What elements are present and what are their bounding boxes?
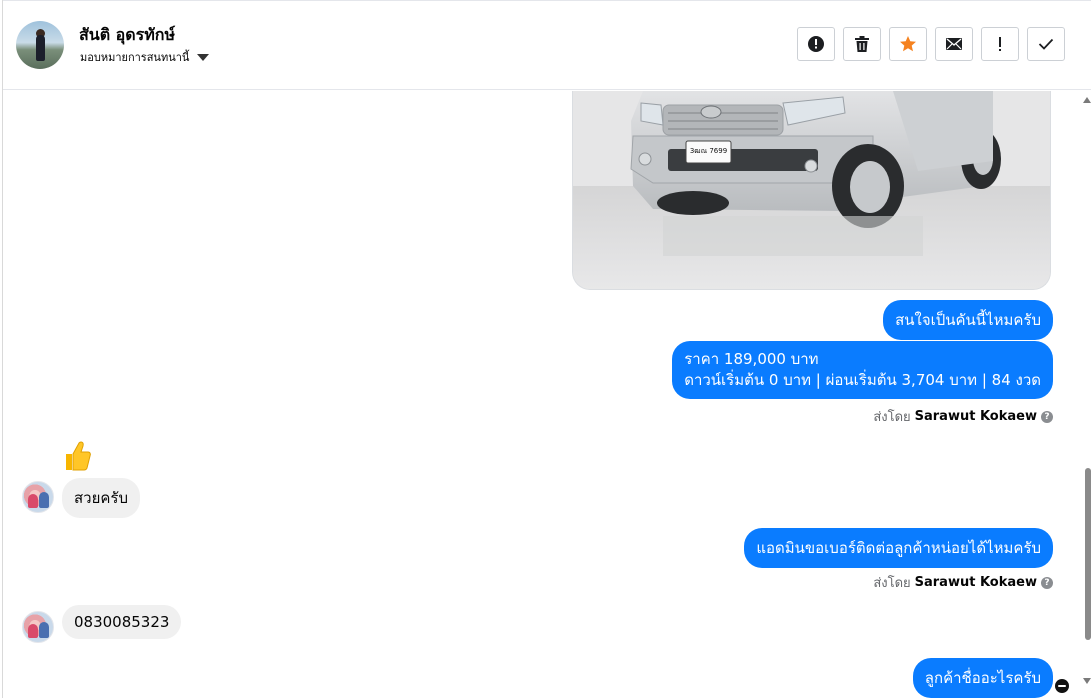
star-button[interactable]	[889, 27, 927, 61]
contact-name[interactable]: สันติ อุดรทักษ์	[79, 23, 175, 48]
sent-by-label: ส่งโดย Sarawut Kokaew ?	[873, 572, 1053, 593]
conversation-toolbar	[797, 27, 1065, 61]
scroll-up-arrow[interactable]	[1083, 97, 1091, 103]
outgoing-message[interactable]: แอดมินขอเบอร์ติดต่อลูกค้าหน่อยได้ไหมครับ	[744, 528, 1053, 568]
alert-circle-icon	[808, 36, 824, 52]
thumbs-up-sticker[interactable]	[62, 440, 92, 479]
license-plate-text: 3ฒณ 7699	[690, 147, 727, 155]
car-image: 3ฒณ 7699	[573, 91, 1050, 289]
delete-button[interactable]	[843, 27, 881, 61]
sent-by-name: Sarawut Kokaew	[914, 409, 1037, 424]
customer-avatar[interactable]	[22, 611, 54, 643]
outgoing-message[interactable]: ราคา 189,000 บาท ดาวน์เริ่มต้น 0 บาท | ผ…	[672, 341, 1053, 399]
exclamation-icon	[999, 37, 1001, 51]
sent-by-name: Sarawut Kokaew	[914, 575, 1037, 590]
sent-by-label: ส่งโดย Sarawut Kokaew ?	[873, 406, 1053, 427]
message-text: แอดมินขอเบอร์ติดต่อลูกค้าหน่อยได้ไหมครับ	[756, 539, 1041, 557]
sent-by-prefix: ส่งโดย	[873, 410, 911, 425]
trash-icon	[855, 36, 869, 52]
seen-indicator-icon	[1055, 679, 1069, 693]
star-icon	[900, 36, 916, 52]
outgoing-message[interactable]: สนใจเป็นคันนี้ไหมครับ	[883, 300, 1053, 340]
car-photo-attachment[interactable]: 3ฒณ 7699	[572, 91, 1051, 290]
scroll-down-arrow[interactable]	[1083, 678, 1091, 684]
customer-avatar[interactable]	[22, 481, 54, 513]
outgoing-message[interactable]: ลูกค้าชื่ออะไรครับ	[912, 658, 1053, 698]
message-text: ลูกค้าชื่ออะไรครับ	[924, 669, 1041, 687]
mark-unread-button[interactable]	[935, 27, 973, 61]
scrollbar-thumb[interactable]	[1085, 468, 1091, 640]
assign-conversation-dropdown[interactable]: มอบหมายการสนทนานี้	[80, 48, 210, 66]
incoming-message[interactable]: สวยครับ	[62, 478, 140, 518]
message-text: สวยครับ	[74, 489, 128, 507]
incoming-message[interactable]: 0830085323	[62, 605, 182, 639]
sent-by-prefix: ส่งโดย	[873, 576, 911, 591]
assign-label: มอบหมายการสนทนานี้	[80, 51, 190, 64]
conversation-header: สันติ อุดรทักษ์ มอบหมายการสนทนานี้	[3, 0, 1091, 90]
message-text: สนใจเป็นคันนี้ไหมครับ	[895, 311, 1041, 329]
follow-up-button[interactable]	[981, 27, 1019, 61]
message-text: 0830085323	[74, 613, 170, 631]
message-text-line: ดาวน์เริ่มต้น 0 บาท | ผ่อนเริ่มต้น 3,704…	[684, 371, 1041, 389]
mark-done-button[interactable]	[1027, 27, 1065, 61]
envelope-icon	[946, 38, 962, 50]
help-icon[interactable]: ?	[1041, 576, 1053, 589]
window-left-border	[2, 0, 3, 698]
check-icon	[1038, 38, 1054, 50]
contact-avatar[interactable]	[16, 21, 64, 69]
caret-down-icon	[197, 53, 210, 61]
mark-spam-button[interactable]	[797, 27, 835, 61]
thumbs-up-icon	[66, 441, 91, 471]
help-icon[interactable]: ?	[1041, 410, 1053, 423]
message-text-line: ราคา 189,000 บาท	[684, 350, 819, 368]
